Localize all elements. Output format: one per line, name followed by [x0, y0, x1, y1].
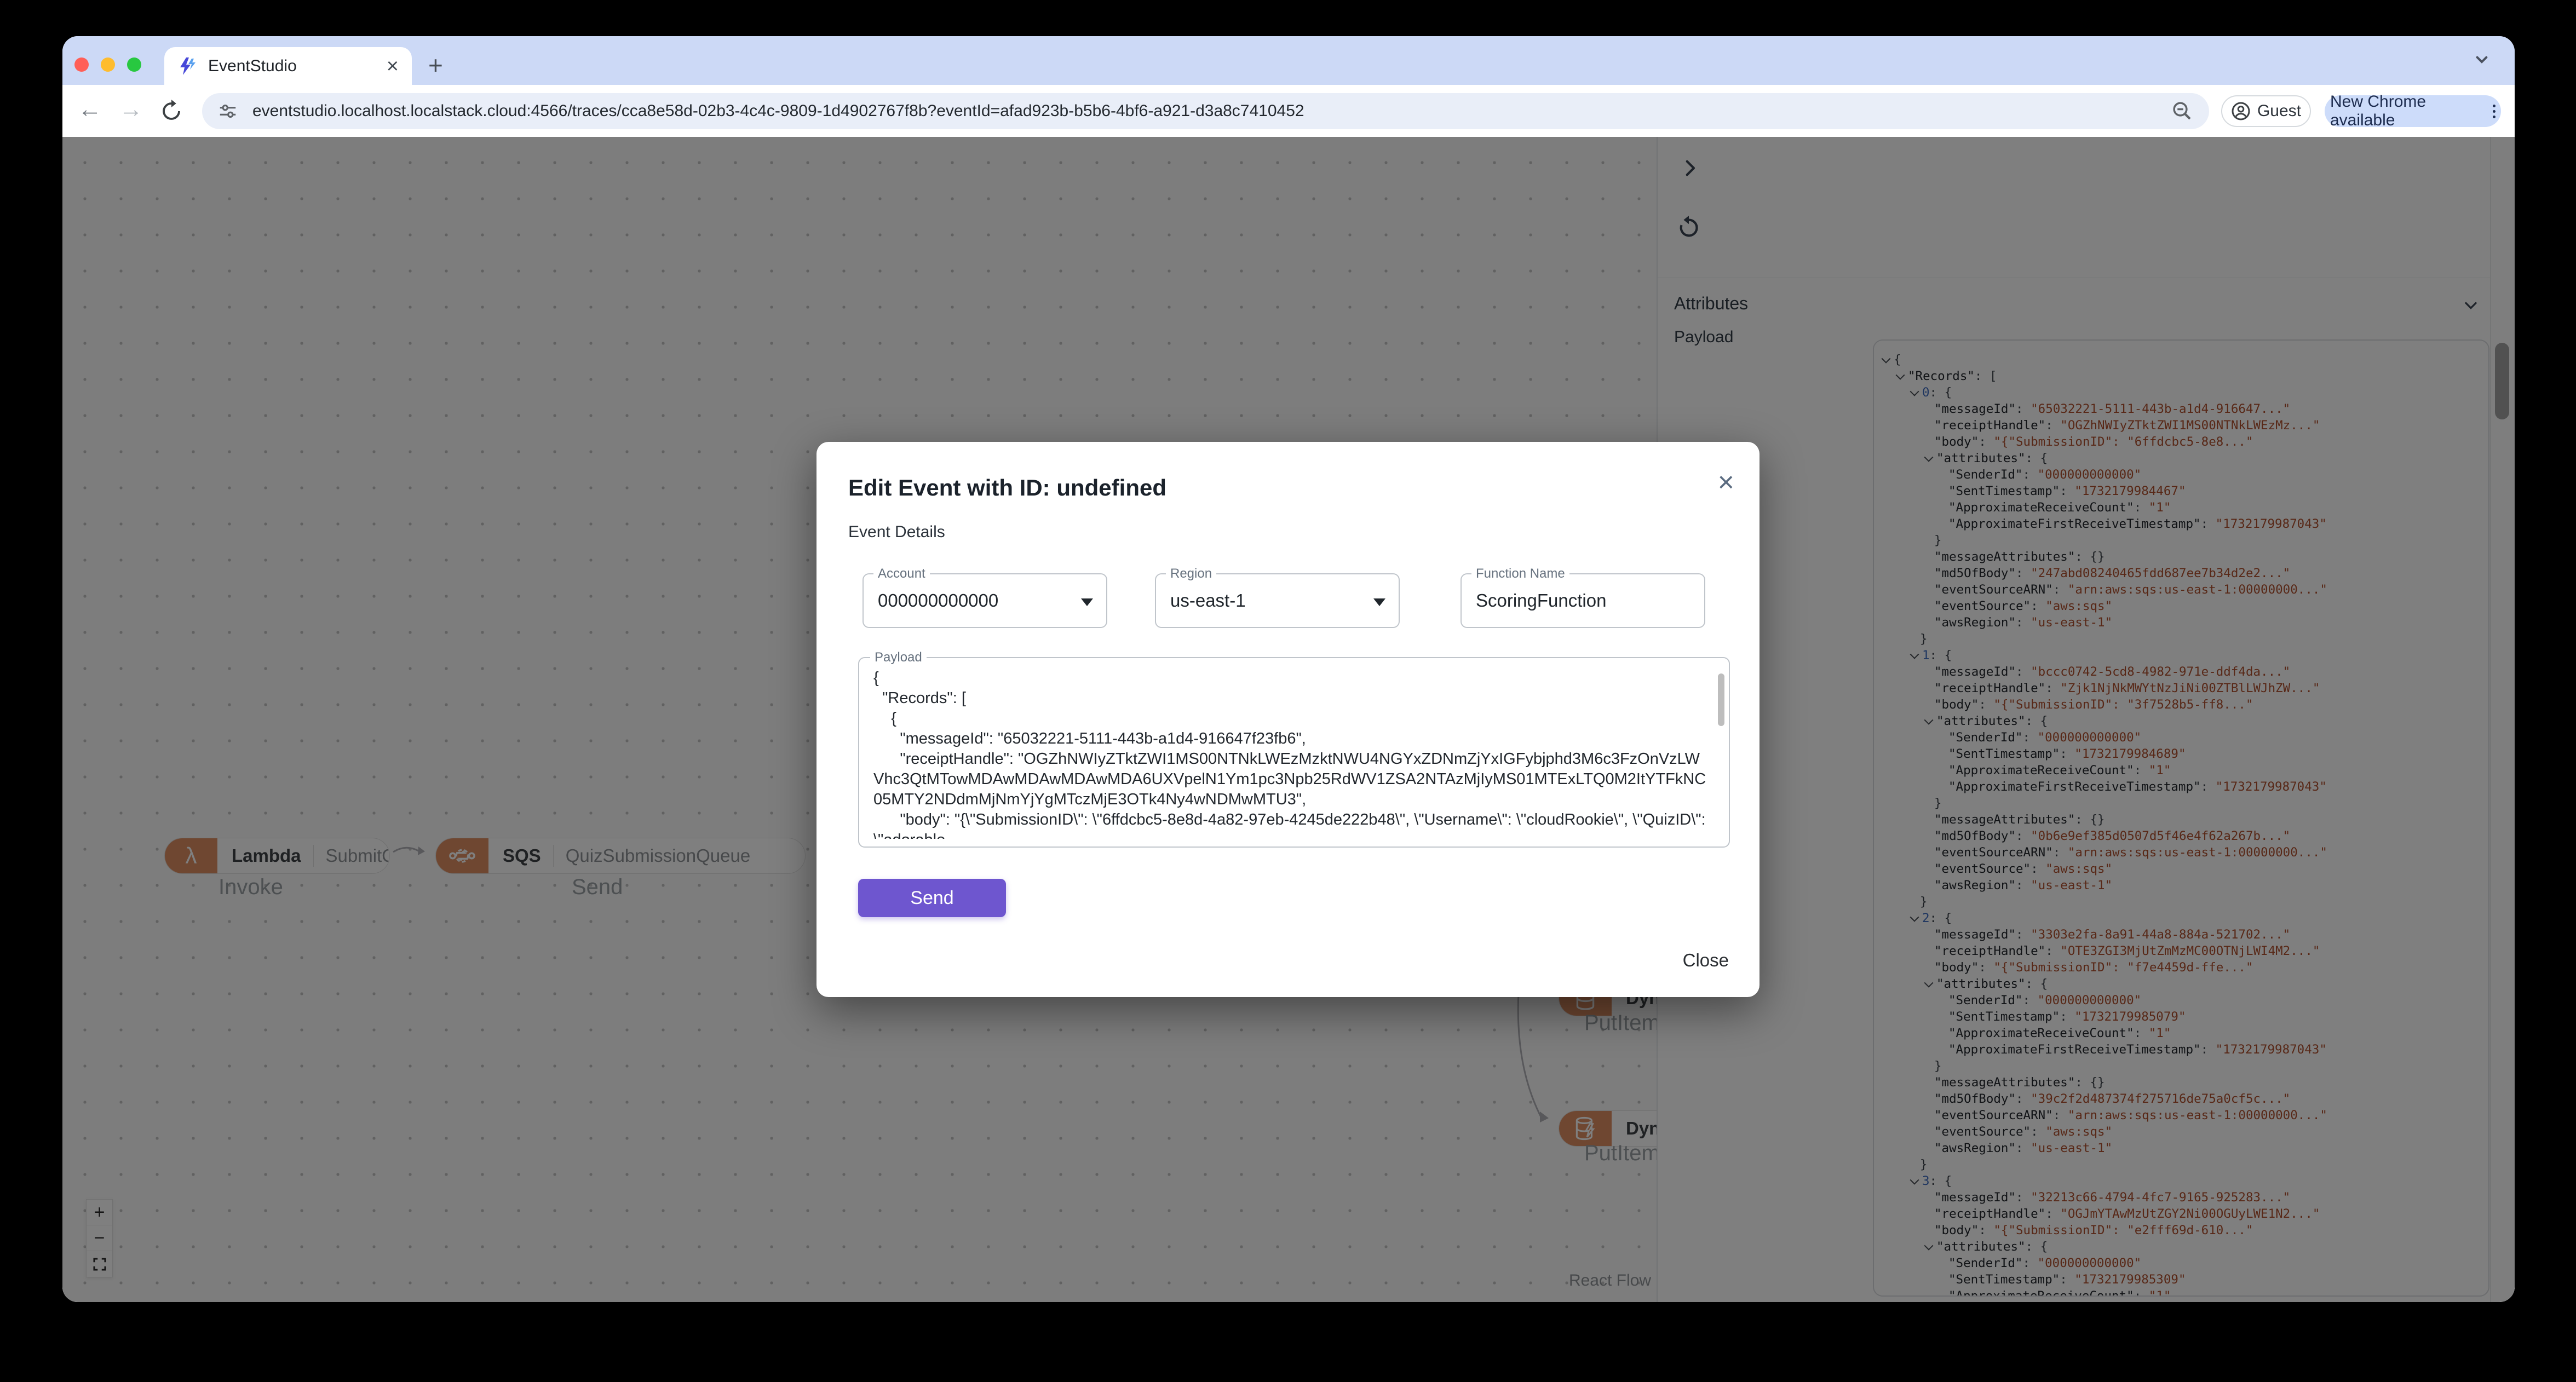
close-button[interactable]: Close [1683, 950, 1729, 971]
chrome-update-label: New Chrome available [2330, 93, 2427, 129]
site-settings-icon[interactable] [217, 101, 238, 122]
account-value: 000000000000 [878, 590, 999, 611]
page-content: λ Lambda SubmitQuizFunction Invoke SQS [62, 137, 2515, 1302]
tab-strip: EventStudio × + [62, 36, 2515, 85]
eventstudio-favicon-icon [180, 57, 196, 75]
url-bar[interactable]: eventstudio.localhost.localstack.cloud:4… [202, 93, 2209, 129]
payload-scrollbar-thumb[interactable] [1718, 673, 1724, 726]
window-close-button[interactable] [74, 57, 89, 72]
browser-toolbar: ← → eventstudio.localhost.localstack.clo… [62, 85, 2515, 137]
new-tab-button[interactable]: + [428, 53, 443, 78]
url-text[interactable]: eventstudio.localhost.localstack.cloud:4… [252, 102, 2171, 120]
browser-window: EventStudio × + ← → eventstudio.localhos… [62, 36, 2515, 1302]
reload-icon[interactable] [160, 100, 183, 123]
modal-subtitle: Event Details [848, 523, 945, 541]
payload-text[interactable]: { "Records": [ { "messageId": "65032221-… [873, 668, 1707, 839]
function-name-input[interactable]: Function Name ScoringFunction [1461, 566, 1705, 628]
region-value: us-east-1 [1170, 590, 1246, 611]
back-icon[interactable]: ← [78, 91, 102, 128]
dropdown-caret-icon[interactable] [1081, 598, 1093, 606]
menu-kebab-icon[interactable] [2493, 104, 2496, 118]
tab-eventstudio[interactable]: EventStudio × [164, 47, 412, 85]
tab-title: EventStudio [208, 56, 297, 75]
region-select[interactable]: Region us-east-1 [1155, 566, 1400, 628]
window-minimize-button[interactable] [101, 57, 115, 72]
guest-avatar-icon [2232, 102, 2250, 120]
modal-close-icon[interactable]: × [1718, 468, 1734, 497]
account-select[interactable]: Account 000000000000 [863, 566, 1107, 628]
window-zoom-button[interactable] [127, 57, 141, 72]
forward-icon[interactable]: → [119, 91, 143, 128]
tab-close-icon[interactable]: × [387, 56, 399, 77]
chrome-update-chip[interactable]: New Chrome available [2325, 93, 2501, 129]
zoom-out-page-icon[interactable] [2171, 100, 2194, 123]
tab-search-chevron-icon[interactable] [2471, 48, 2493, 70]
profile-chip[interactable]: Guest [2221, 95, 2311, 127]
modal-title: Edit Event with ID: undefined [848, 475, 1166, 500]
payload-editor[interactable]: Payload { "Records": [ { "messageId": "6… [858, 650, 1730, 848]
dropdown-caret-icon[interactable] [1373, 598, 1385, 606]
profile-label: Guest [2257, 102, 2302, 120]
payload-label: Payload [870, 650, 927, 665]
send-button[interactable]: Send [858, 879, 1006, 917]
edit-event-modal: Edit Event with ID: undefined × Event De… [817, 442, 1760, 997]
function-name-value: ScoringFunction [1476, 590, 1607, 611]
